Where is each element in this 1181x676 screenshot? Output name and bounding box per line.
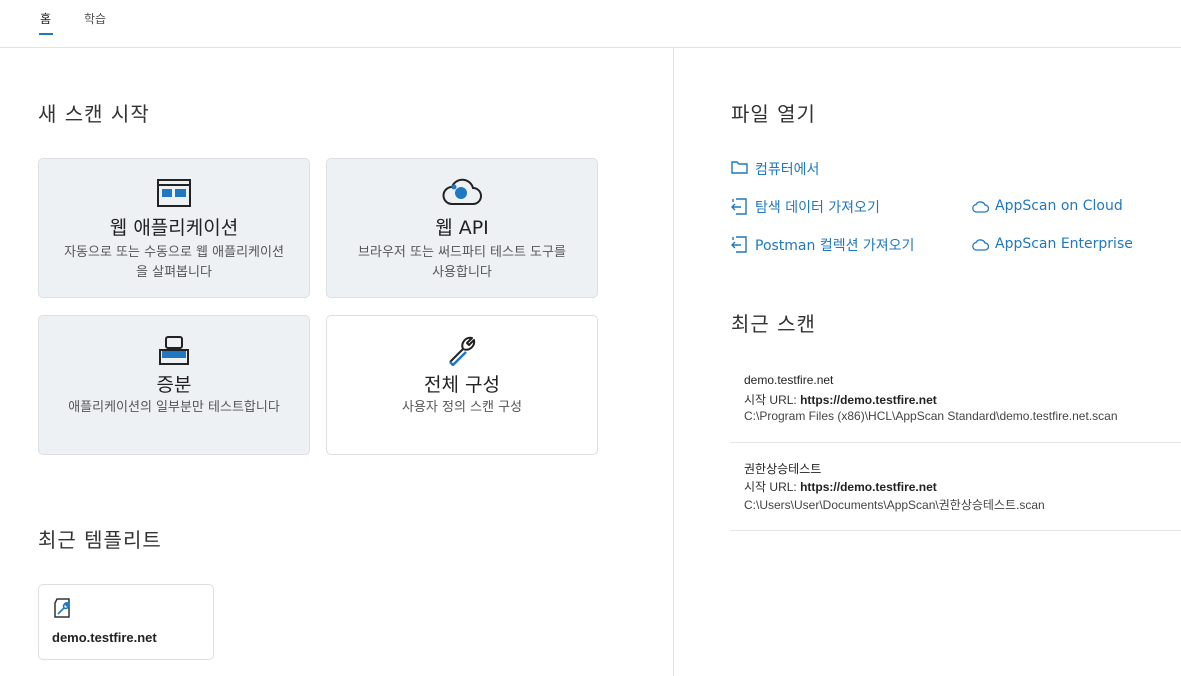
- recent-templates-heading: 최근 템플리트: [38, 528, 162, 552]
- card-description: 사용자 정의 스캔 구성: [401, 400, 523, 415]
- card-title: 증분: [156, 374, 192, 396]
- recent-scan-item[interactable]: 권한상승테스트 시작 URL: https://demo.testfire.ne…: [730, 443, 1181, 531]
- incremental-icon: [159, 336, 189, 370]
- template-label: demo.testfire.net: [52, 630, 157, 645]
- web-api-card[interactable]: 웹 API 브라우저 또는 써드파티 테스트 도구를 사용합니다: [326, 158, 598, 298]
- recent-scans-heading: 최근 스캔: [731, 312, 816, 336]
- scan-start-url: 시작 URL: https://demo.testfire.net: [744, 391, 937, 408]
- start-url-prefix: 시작 URL:: [744, 480, 801, 494]
- card-description-line2: 사용합니다: [432, 265, 492, 280]
- tab-learn[interactable]: 학습: [84, 10, 106, 27]
- template-item[interactable]: demo.testfire.net: [38, 584, 214, 660]
- import-icon: [731, 197, 747, 219]
- active-tab-indicator: [39, 33, 53, 35]
- import-icon: [731, 235, 747, 257]
- incremental-card[interactable]: 증분 애플리케이션의 일부분만 테스트합니다: [38, 315, 310, 455]
- column-divider: [673, 48, 674, 676]
- scan-file-path: C:\Program Files (x86)\HCL\AppScan Stand…: [744, 409, 1118, 423]
- link-label: AppScan on Cloud: [995, 198, 1123, 214]
- open-file-heading: 파일 열기: [731, 102, 816, 126]
- scan-name: 권한상승테스트: [744, 462, 822, 476]
- scan-name: demo.testfire.net: [744, 373, 834, 387]
- cloud-icon: [971, 238, 990, 255]
- card-description: 애플리케이션의 일부분만 테스트합니다: [68, 400, 280, 415]
- web-app-icon: [157, 179, 191, 211]
- wrench-icon: [446, 334, 478, 370]
- cloud-icon: [971, 200, 990, 217]
- card-title: 웹 애플리케이션: [109, 217, 239, 239]
- start-url-value: https://demo.testfire.net: [800, 393, 937, 407]
- card-description: 자동으로 또는 수동으로 웹 애플리케이션: [64, 245, 284, 260]
- scan-file-path: C:\Users\User\Documents\AppScan\권한상승테스트.…: [744, 498, 1045, 512]
- top-tab-bar: 홈 학습: [0, 0, 1181, 48]
- new-scan-heading: 새 스캔 시작: [38, 102, 150, 126]
- recent-scan-item[interactable]: demo.testfire.net 시작 URL: https://demo.t…: [730, 355, 1181, 443]
- web-application-card[interactable]: 웹 애플리케이션 자동으로 또는 수동으로 웹 애플리케이션 을 살펴봅니다: [38, 158, 310, 298]
- template-wrench-icon: [52, 597, 74, 623]
- full-configuration-card[interactable]: 전체 구성 사용자 정의 스캔 구성: [326, 315, 598, 455]
- start-url-value: https://demo.testfire.net: [800, 480, 937, 494]
- link-label: 컴퓨터에서: [755, 162, 820, 178]
- cloud-api-icon: [442, 177, 482, 211]
- card-description-line2: 을 살펴봅니다: [136, 265, 212, 280]
- card-title: 전체 구성: [424, 374, 500, 396]
- card-title: 웹 API: [435, 217, 489, 239]
- folder-icon: [731, 159, 748, 178]
- start-url-prefix: 시작 URL:: [744, 393, 801, 407]
- link-label: 탐색 데이터 가져오기: [755, 200, 880, 216]
- tab-home[interactable]: 홈: [40, 10, 51, 27]
- link-label: Postman 컬렉션 가져오기: [755, 238, 915, 254]
- card-description: 브라우저 또는 써드파티 테스트 도구를: [358, 245, 566, 260]
- link-label: AppScan Enterprise: [995, 236, 1133, 252]
- scan-start-url: 시작 URL: https://demo.testfire.net: [744, 478, 937, 495]
